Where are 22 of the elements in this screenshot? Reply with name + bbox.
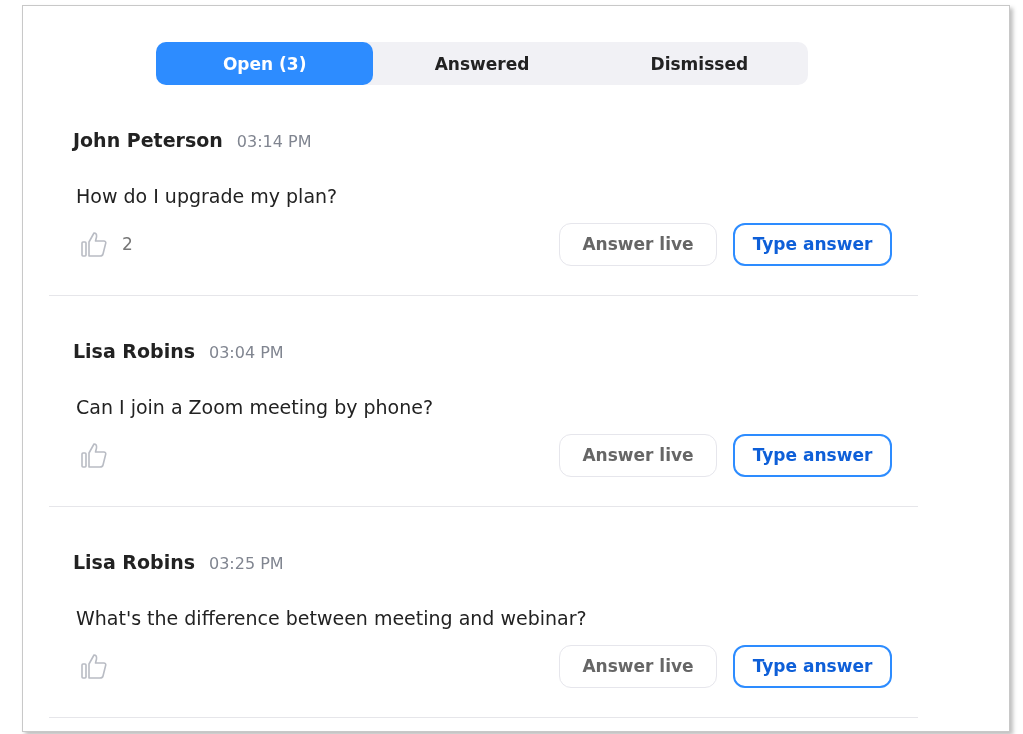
- tab[interactable]: Answered: [373, 42, 591, 85]
- like-count: 2: [122, 234, 133, 254]
- answer-live-button[interactable]: Answer live: [559, 222, 717, 266]
- question-text: Can I join a Zoom meeting by phone?: [75, 395, 435, 420]
- answer-live-button[interactable]: Answer live: [559, 433, 717, 477]
- type-answer-button[interactable]: Type answer: [733, 222, 892, 266]
- asker-name: John Peterson: [73, 129, 223, 151]
- question-text: What's the difference between meeting and webinar?: [75, 606, 588, 631]
- question-time: 03:25 PM: [209, 554, 284, 573]
- type-answer-button[interactable]: Type answer: [733, 644, 892, 688]
- answer-live-button[interactable]: Answer live: [559, 644, 717, 688]
- tab[interactable]: Dismissed: [590, 42, 808, 85]
- question-time: 03:14 PM: [236, 132, 312, 151]
- asker-name: Lisa Robins: [73, 340, 195, 362]
- question-text: How do I upgrade my plan?: [75, 184, 339, 209]
- type-answer-button[interactable]: Type answer: [733, 433, 892, 477]
- thumbs-up-icon[interactable]: [80, 230, 108, 258]
- question-time: 03:04 PM: [209, 343, 284, 362]
- thumbs-up-icon[interactable]: [80, 652, 108, 680]
- asker-name: Lisa Robins: [73, 551, 195, 573]
- thumbs-up-icon[interactable]: [80, 441, 108, 469]
- tab[interactable]: Open (3): [156, 42, 374, 85]
